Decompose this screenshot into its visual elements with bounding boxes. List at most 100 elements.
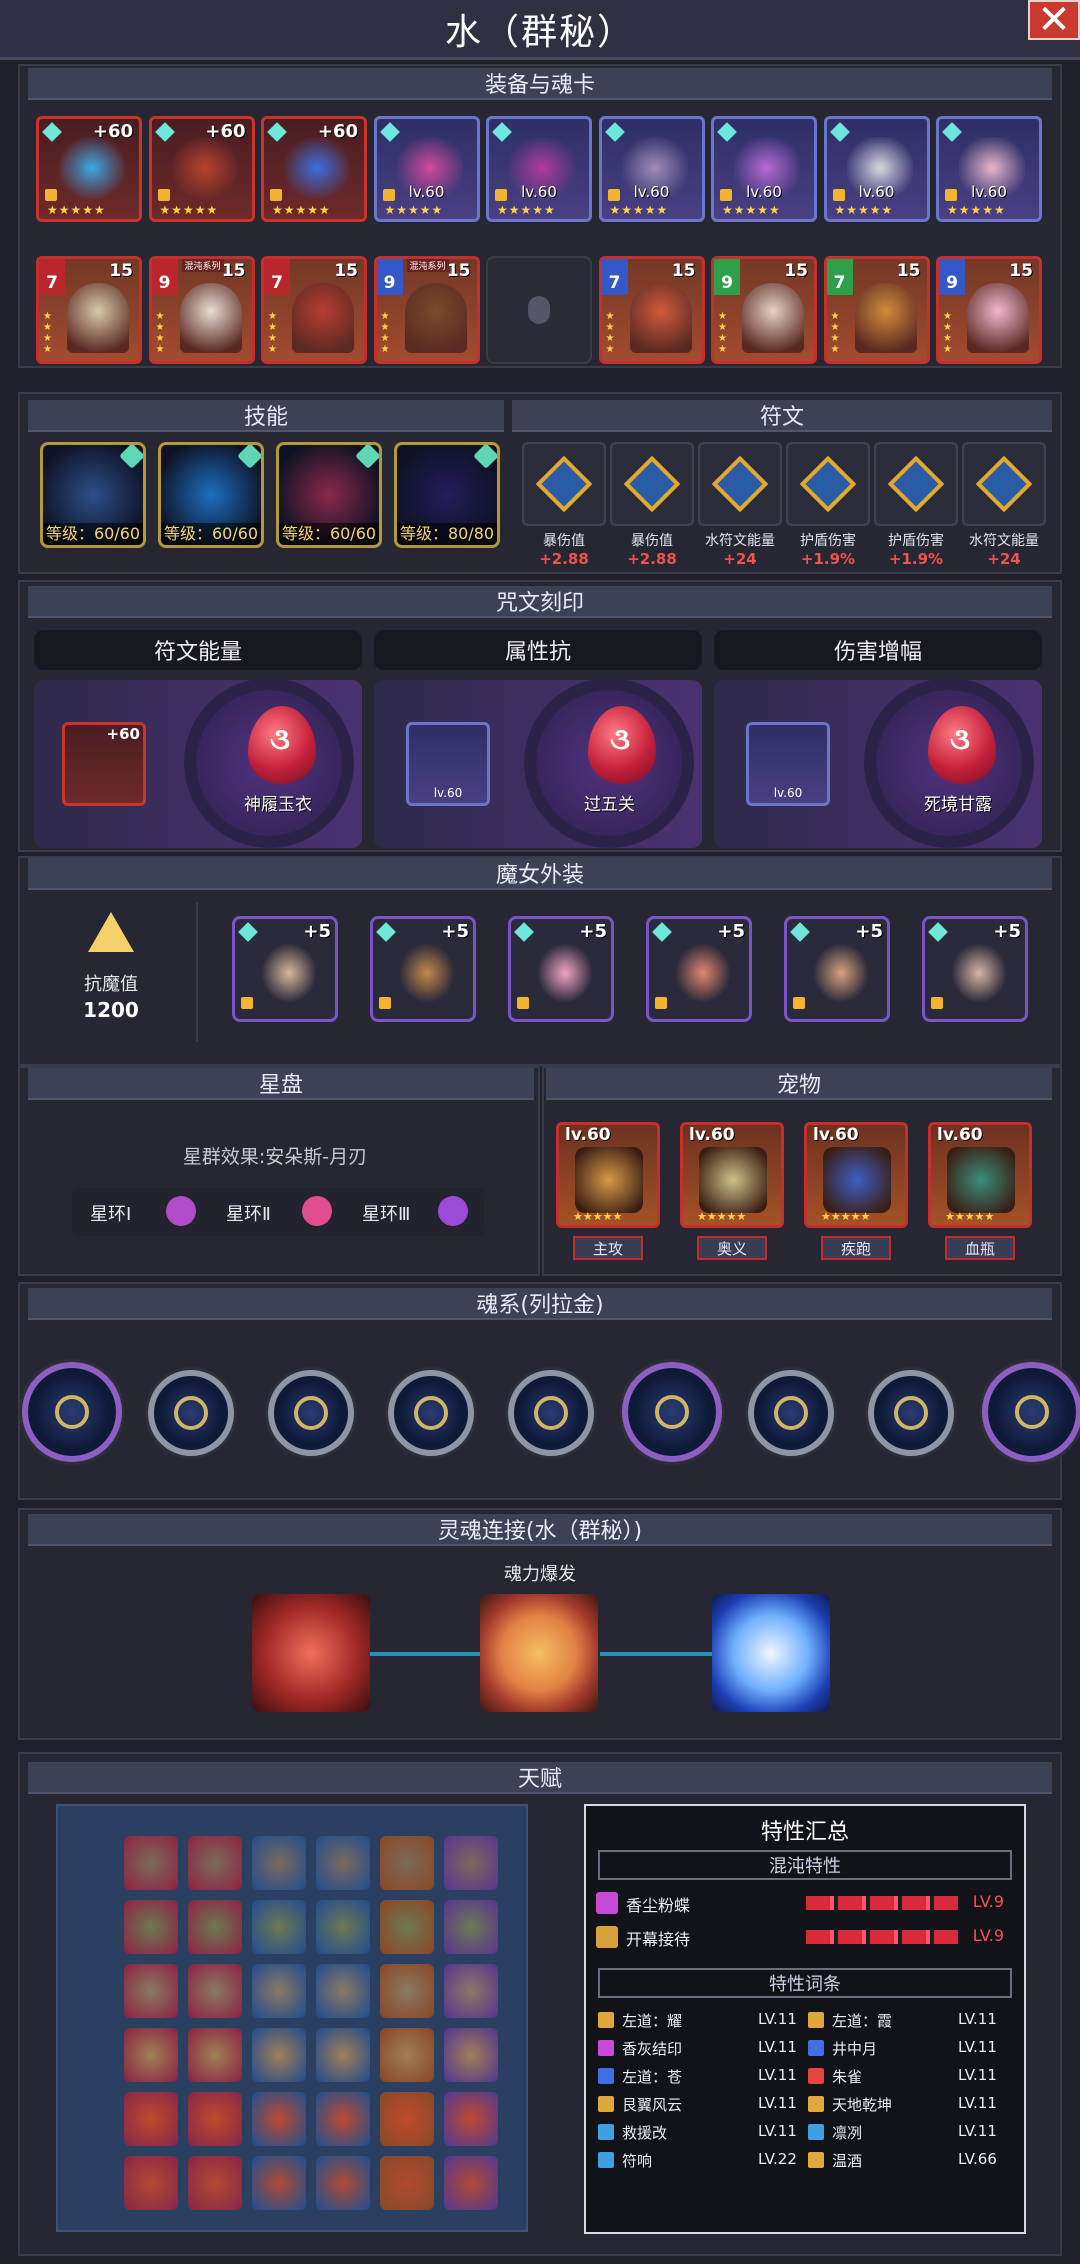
soul-card[interactable]: 9 15 混沌系列 ★ ★ ★ ★ — [148, 256, 255, 364]
soul-card[interactable]: 7 15 ★ ★ ★ ★ — [36, 256, 142, 364]
soul-orb[interactable] — [388, 1370, 474, 1456]
soul-card[interactable]: 9 15 ★ ★ ★ ★ — [936, 256, 1042, 364]
talent-node[interactable] — [252, 1836, 306, 1890]
talent-node[interactable] — [252, 2028, 306, 2082]
soul-orb[interactable] — [748, 1370, 834, 1456]
equipment-card[interactable]: lv.60 ★★★★★ — [936, 116, 1042, 222]
talent-node[interactable] — [316, 2092, 370, 2146]
rune-item[interactable]: 水符文能量 +24 — [698, 442, 782, 568]
rune-item[interactable]: 水符文能量 +24 — [962, 442, 1046, 568]
skill-icon[interactable]: 等级：60/60 — [158, 442, 264, 548]
talent-node[interactable] — [444, 2156, 498, 2210]
trait-entry: 温酒 LV.66 — [808, 2148, 1012, 2174]
talent-node[interactable] — [380, 2156, 434, 2210]
equipment-card[interactable]: lv.60 ★★★★★ — [711, 116, 817, 222]
entry-icon — [598, 2096, 614, 2112]
equipment-card[interactable]: +60 ★★★★★ — [148, 116, 255, 222]
talent-node[interactable] — [444, 1964, 498, 2018]
talent-node[interactable] — [124, 1964, 178, 2018]
equipment-card[interactable]: +60 ★★★★★ — [261, 116, 367, 222]
engrave-item-level: lv.60 — [773, 786, 803, 800]
soul-orb[interactable] — [148, 1370, 234, 1456]
soul-card[interactable]: 9 15 混沌系列 ★ ★ ★ ★ — [373, 256, 480, 364]
equipment-card[interactable]: +60 ★★★★★ — [36, 116, 142, 222]
talent-node[interactable] — [188, 1964, 242, 2018]
soul-card[interactable]: 7 15 ★ ★ ★ ★ — [823, 256, 930, 364]
soul-link-node-2[interactable] — [480, 1594, 598, 1712]
equipment-card[interactable]: lv.60 ★★★★★ — [823, 116, 930, 222]
talent-node[interactable] — [316, 1836, 370, 1890]
soul-orb[interactable] — [268, 1370, 354, 1456]
rune-item[interactable]: 护盾伤害 +1.9% — [874, 442, 958, 568]
pet-card[interactable]: lv.60 ★★★★★ — [928, 1122, 1032, 1228]
star-ring-icon[interactable] — [166, 1196, 196, 1226]
talent-node[interactable] — [124, 2156, 178, 2210]
talent-node[interactable] — [124, 2028, 178, 2082]
equipment-card[interactable]: lv.60 ★★★★★ — [373, 116, 480, 222]
talent-node[interactable] — [188, 2092, 242, 2146]
soul-link-node-1[interactable] — [252, 1594, 370, 1712]
talent-node[interactable] — [444, 1836, 498, 1890]
soul-card[interactable]: 9 15 ★ ★ ★ ★ — [711, 256, 817, 364]
talent-node[interactable] — [316, 1964, 370, 2018]
talent-node[interactable] — [444, 2092, 498, 2146]
talent-node[interactable] — [380, 2028, 434, 2082]
pet-card[interactable]: lv.60 ★★★★★ — [556, 1122, 660, 1228]
soul-card[interactable]: 7 15 ★ ★ ★ ★ — [598, 256, 705, 364]
talent-node[interactable] — [124, 1900, 178, 1954]
equipment-card[interactable]: lv.60 ★★★★★ — [598, 116, 705, 222]
talent-node[interactable] — [252, 1900, 306, 1954]
skill-icon[interactable]: 等级：80/80 — [394, 442, 500, 548]
talent-node[interactable] — [380, 1964, 434, 2018]
close-button[interactable]: ✕ — [1028, 0, 1080, 43]
engrave-slot[interactable]: +60 ૩ 神履玉衣 — [34, 680, 362, 848]
talent-node[interactable] — [124, 2092, 178, 2146]
talent-node[interactable] — [188, 1900, 242, 1954]
soul-orb[interactable] — [982, 1362, 1080, 1462]
talent-node[interactable] — [188, 2156, 242, 2210]
costume-item[interactable]: +5 — [646, 916, 752, 1022]
costume-item[interactable]: +5 — [784, 916, 890, 1022]
skill-icon[interactable]: 等级：60/60 — [276, 442, 382, 548]
soul-orb[interactable] — [22, 1362, 122, 1462]
talent-node[interactable] — [188, 2028, 242, 2082]
engrave-slot[interactable]: lv.60 ૩ 过五关 — [374, 680, 702, 848]
talent-node[interactable] — [252, 2092, 306, 2146]
rune-item[interactable]: 护盾伤害 +1.9% — [786, 442, 870, 568]
costume-item[interactable]: +5 — [370, 916, 476, 1022]
costume-item[interactable]: +5 — [922, 916, 1028, 1022]
pet-card[interactable]: lv.60 ★★★★★ — [804, 1122, 908, 1228]
talent-node[interactable] — [380, 2092, 434, 2146]
empty-soul-slot[interactable] — [486, 256, 592, 364]
rune-item[interactable]: 暴伤值 +2.88 — [522, 442, 606, 568]
talent-node[interactable] — [380, 1900, 434, 1954]
rune-item[interactable]: 暴伤值 +2.88 — [610, 442, 694, 568]
skill-icon[interactable]: 等级：60/60 — [40, 442, 146, 548]
entry-level: LV.11 — [758, 2066, 797, 2084]
talent-node[interactable] — [316, 2028, 370, 2082]
talent-node[interactable] — [252, 1964, 306, 2018]
talent-node[interactable] — [316, 1900, 370, 1954]
engrave-item[interactable]: +60 — [62, 722, 146, 806]
costume-item[interactable]: +5 — [232, 916, 338, 1022]
costume-item[interactable]: +5 — [508, 916, 614, 1022]
pet-card[interactable]: lv.60 ★★★★★ — [680, 1122, 784, 1228]
soul-card[interactable]: 7 15 ★ ★ ★ ★ — [261, 256, 367, 364]
engrave-item[interactable]: lv.60 — [746, 722, 830, 806]
engrave-slot[interactable]: lv.60 ૩ 死境甘露 — [714, 680, 1042, 848]
talent-node[interactable] — [124, 1836, 178, 1890]
talent-node[interactable] — [444, 2028, 498, 2082]
soul-orb[interactable] — [622, 1362, 722, 1462]
star-ring-icon[interactable] — [438, 1196, 468, 1226]
talent-node[interactable] — [252, 2156, 306, 2210]
talent-node[interactable] — [188, 1836, 242, 1890]
talent-node[interactable] — [380, 1836, 434, 1890]
talent-node[interactable] — [316, 2156, 370, 2210]
soul-link-node-3[interactable] — [712, 1594, 830, 1712]
star-ring-icon[interactable] — [302, 1196, 332, 1226]
talent-node[interactable] — [444, 1900, 498, 1954]
engrave-item[interactable]: lv.60 — [406, 722, 490, 806]
soul-orb[interactable] — [868, 1370, 954, 1456]
equipment-card[interactable]: lv.60 ★★★★★ — [486, 116, 592, 222]
soul-orb[interactable] — [508, 1370, 594, 1456]
